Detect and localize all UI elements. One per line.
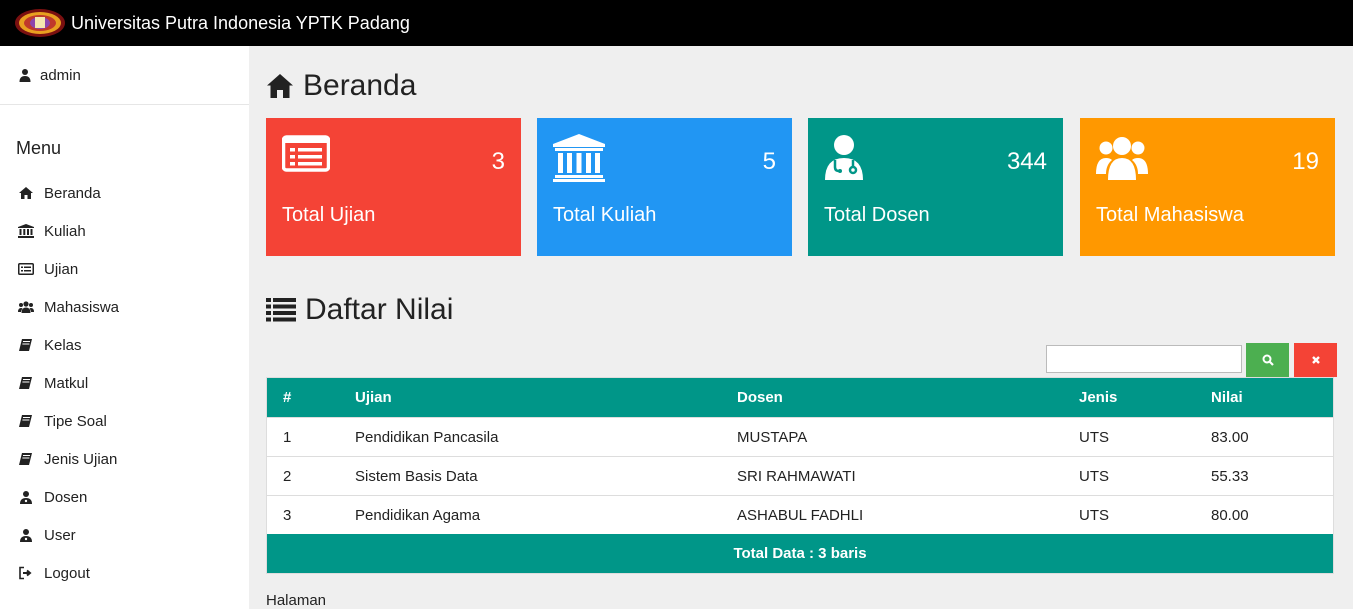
table-cell: MUSTAPA (737, 429, 808, 446)
user-doctor-icon (20, 529, 32, 542)
table-cell: SRI RAHMAWATI (737, 468, 856, 485)
sidebar-item-label: Jenis Ujian (44, 450, 118, 468)
sidebar-item-label: Tipe Soal (44, 412, 107, 430)
table-row[interactable]: 2 Sistem Basis Data SRI RAHMAWATI UTS 55… (267, 456, 1333, 495)
list-card-icon (282, 135, 330, 172)
search-icon (1262, 354, 1274, 366)
home-icon (19, 187, 33, 199)
sidebar-item-label: Ujian (44, 260, 79, 278)
table-cell: Pendidikan Agama (355, 507, 481, 524)
search-input[interactable] (1046, 345, 1242, 373)
book-icon (19, 339, 32, 351)
sidebar-item-kelas[interactable]: Kelas (0, 326, 249, 364)
username: admin (40, 66, 81, 84)
stat-card-dosen[interactable]: 344 Total Dosen (808, 118, 1063, 256)
user-doctor-icon (825, 135, 863, 180)
page-title: Beranda (266, 68, 416, 104)
sidebar-item-logout[interactable]: Logout (0, 554, 249, 592)
book-icon (19, 415, 32, 427)
sidebar-item-label: Matkul (44, 374, 89, 392)
stat-label: Total Mahasiswa (1096, 204, 1244, 226)
stat-card-kuliah[interactable]: 5 Total Kuliah (537, 118, 792, 256)
stat-value: 344 (1006, 148, 1047, 175)
sidebar-item-mahasiswa[interactable]: Mahasiswa (0, 288, 249, 326)
users-icon (18, 301, 34, 313)
book-icon (19, 453, 32, 465)
table-cell: 55.33 (1211, 468, 1249, 485)
list-icon (266, 298, 296, 322)
column-header[interactable]: Dosen (737, 378, 783, 417)
sidebar-item-tipe-soal[interactable]: Tipe Soal (0, 402, 249, 440)
sidebar-item-matkul[interactable]: Matkul (0, 364, 249, 402)
users-icon (1096, 137, 1148, 180)
stat-label: Total Ujian (282, 204, 376, 226)
column-header[interactable]: Ujian (355, 378, 392, 417)
university-icon (18, 224, 34, 238)
table-cell: UTS (1079, 468, 1109, 485)
home-icon (267, 74, 293, 98)
sidebar-item-ujian[interactable]: Ujian (0, 250, 249, 288)
pagination-label: Halaman (266, 592, 327, 609)
sidebar-item-label: Dosen (44, 488, 88, 506)
university-logo-icon[interactable] (14, 8, 66, 38)
section-title: Daftar Nilai (266, 292, 453, 328)
search-button[interactable] (1246, 343, 1289, 377)
table-cell: 80.00 (1211, 507, 1249, 524)
sidebar-menu: Beranda Kuliah Ujian Mahasiswa Kelas Mat… (0, 174, 249, 592)
table-header: # Ujian Dosen Jenis Nilai (267, 378, 1333, 417)
close-icon (1311, 356, 1320, 364)
user-doctor-icon (20, 491, 32, 504)
stat-label: Total Kuliah (553, 204, 657, 226)
table-cell: ASHABUL FADHLI (737, 507, 864, 524)
table-cell: 83.00 (1211, 429, 1249, 446)
book-icon (19, 377, 32, 389)
column-header[interactable]: # (283, 378, 291, 417)
sidebar-item-jenis-ujian[interactable]: Jenis Ujian (0, 440, 249, 478)
stat-value: 19 (1292, 148, 1319, 175)
sidebar-item-label: Logout (44, 564, 90, 582)
table-row[interactable]: 1 Pendidikan Pancasila MUSTAPA UTS 83.00 (267, 417, 1333, 456)
sidebar: admin Menu Beranda Kuliah Ujian Mahasisw… (0, 46, 249, 609)
stat-card-ujian[interactable]: 3 Total Ujian (266, 118, 521, 256)
nilai-table: # Ujian Dosen Jenis Nilai 1 Pendidikan P… (266, 377, 1334, 574)
sidebar-item-label: Beranda (44, 184, 101, 202)
table-cell: 1 (283, 429, 292, 446)
sidebar-item-beranda[interactable]: Beranda (0, 174, 249, 212)
table-cell: UTS (1079, 429, 1109, 446)
table-footer: Total Data : 3 baris (267, 534, 1333, 573)
stat-value: 3 (491, 148, 505, 175)
sidebar-item-label: Mahasiswa (44, 298, 120, 316)
stat-label: Total Dosen (824, 204, 930, 226)
stat-value: 5 (762, 148, 776, 175)
table-row[interactable]: 3 Pendidikan Agama ASHABUL FADHLI UTS 80… (267, 495, 1333, 534)
sidebar-item-kuliah[interactable]: Kuliah (0, 212, 249, 250)
clear-button[interactable] (1294, 343, 1337, 377)
sidebar-item-user[interactable]: User (0, 516, 249, 554)
menu-title: Menu (16, 138, 62, 158)
current-user: admin (0, 46, 249, 105)
table-cell: UTS (1079, 507, 1109, 524)
app-title[interactable]: Universitas Putra Indonesia YPTK Padang (71, 13, 410, 34)
table-cell: Sistem Basis Data (355, 468, 478, 485)
table-cell: 3 (283, 507, 292, 524)
table-cell: Pendidikan Pancasila (355, 429, 499, 446)
sidebar-item-label: User (44, 526, 76, 544)
sidebar-item-label: Kuliah (44, 222, 86, 240)
column-header[interactable]: Nilai (1211, 378, 1243, 417)
list-card-icon (18, 263, 34, 275)
sign-out-icon (19, 566, 32, 580)
sidebar-item-label: Kelas (44, 336, 82, 354)
column-header[interactable]: Jenis (1079, 378, 1117, 417)
university-icon (553, 134, 605, 182)
stat-card-mahasiswa[interactable]: 19 Total Mahasiswa (1080, 118, 1335, 256)
user-icon (19, 69, 31, 82)
top-navbar: Universitas Putra Indonesia YPTK Padang (0, 0, 1353, 46)
table-cell: 2 (283, 468, 292, 485)
sidebar-item-dosen[interactable]: Dosen (0, 478, 249, 516)
